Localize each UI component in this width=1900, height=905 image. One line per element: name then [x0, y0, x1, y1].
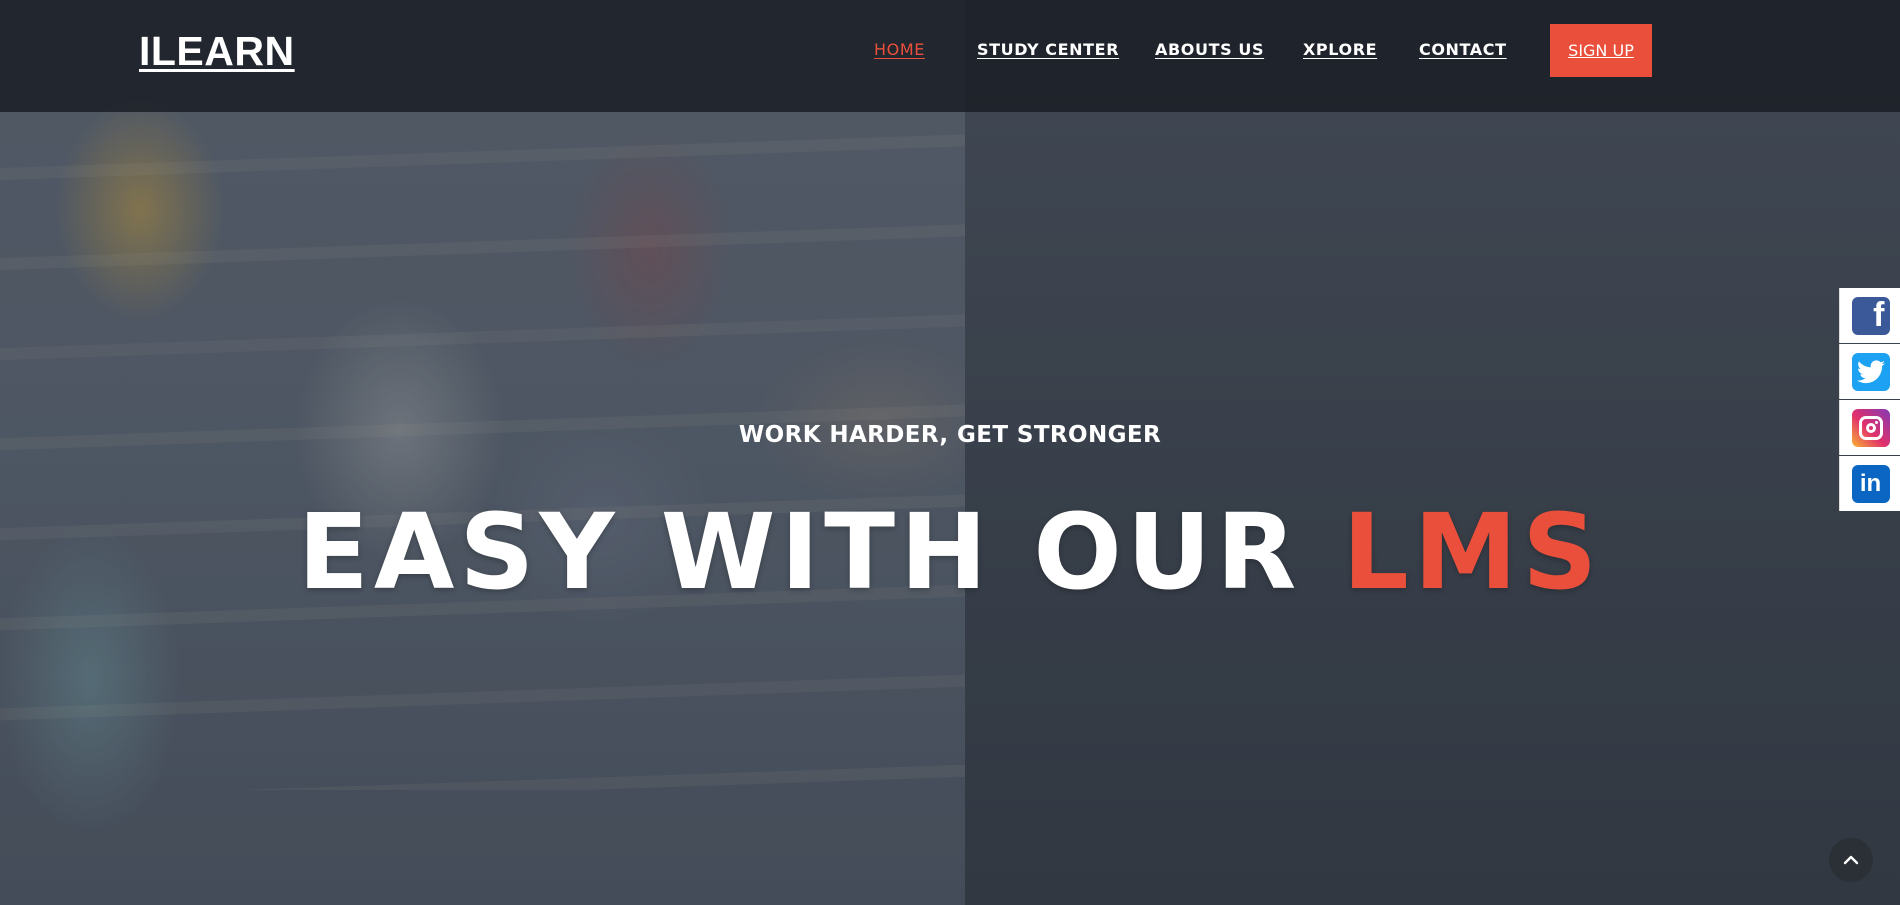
logo[interactable]: ILEARN [139, 28, 295, 75]
hero-tagline: WORK HARDER, GET STRONGER [738, 422, 1162, 448]
signup-button[interactable]: SIGN UP [1550, 24, 1652, 77]
hero-headline-text: EASY WITH OUR [297, 491, 1302, 613]
facebook-link[interactable]: f [1839, 288, 1900, 343]
navbar: ILEARN HOME STUDY CENTER ABOUTS US XPLOR… [0, 0, 1900, 112]
nav-contact[interactable]: CONTACT [1419, 40, 1507, 59]
nav-home[interactable]: HOME [874, 40, 925, 59]
instagram-icon [1851, 408, 1890, 447]
hero-background [0, 0, 1900, 905]
linkedin-link[interactable]: in [1839, 456, 1900, 511]
nav-study-center[interactable]: STUDY CENTER [977, 40, 1119, 59]
nav-xplore[interactable]: XPLORE [1303, 40, 1377, 59]
linkedin-icon: in [1851, 464, 1890, 503]
chevron-up-icon [1843, 855, 1859, 865]
twitter-icon [1851, 352, 1890, 391]
nav-about-us[interactable]: ABOUTS US [1155, 40, 1264, 59]
instagram-link[interactable] [1839, 400, 1900, 455]
social-sidebar: f in [1839, 288, 1900, 512]
twitter-link[interactable] [1839, 344, 1900, 399]
scroll-to-top-button[interactable] [1829, 838, 1873, 882]
hero-headline-accent: LMS [1342, 491, 1603, 613]
facebook-icon: f [1851, 296, 1890, 335]
hero-headline: EASY WITH OUR LMS [0, 500, 1900, 604]
